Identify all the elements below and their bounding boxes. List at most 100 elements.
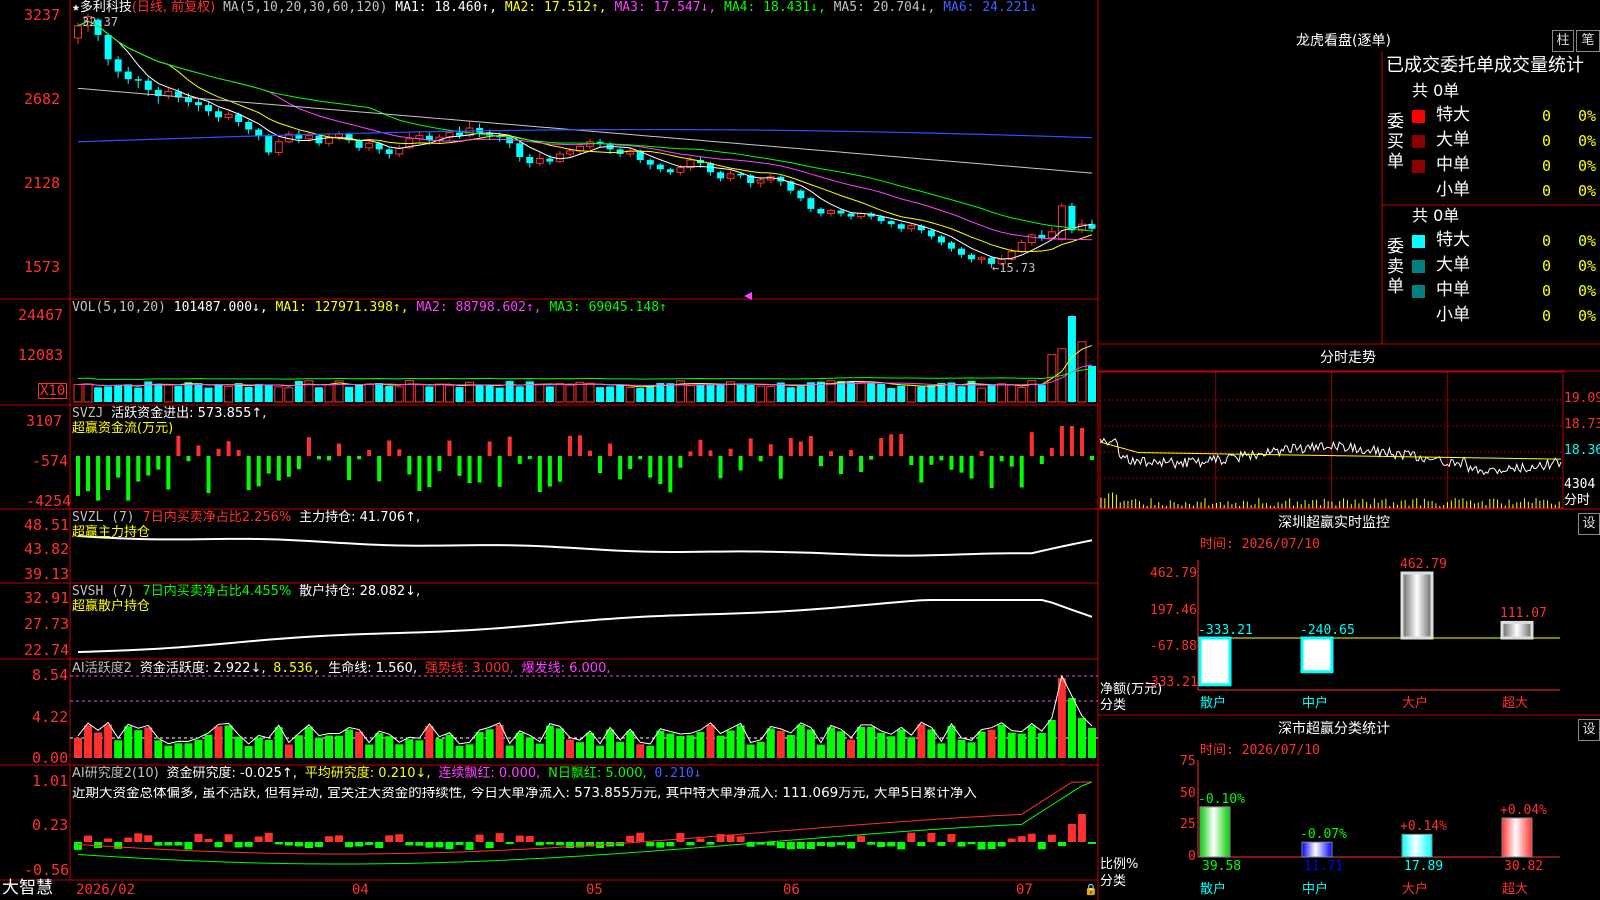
research-bar (666, 842, 675, 847)
research-bar (425, 842, 434, 848)
volume-bar (585, 382, 595, 403)
tick-mode-button[interactable]: 笔 (1576, 30, 1600, 52)
vol-ma3: MA3: 69045.148↑ (549, 300, 667, 315)
research-bar (495, 833, 504, 842)
sz-class-settings-button[interactable]: 设 (1578, 719, 1600, 741)
activity-bar (1077, 718, 1086, 758)
volume-bar (685, 385, 695, 403)
flow-bar (577, 435, 582, 456)
research-bar (997, 842, 1006, 847)
period-mode[interactable]: (日线, 前复权) (132, 0, 215, 15)
sz-class-tick-1: 75 (1180, 754, 1196, 769)
flow-bar (347, 456, 352, 481)
research-bar (887, 842, 896, 847)
research-bar (194, 833, 203, 842)
flow-bar (517, 456, 522, 464)
activity-bar (365, 744, 374, 758)
research-bar (154, 842, 163, 846)
volume-bar (606, 386, 615, 402)
sz-class-time: 时间: 2026/07/10 (1200, 743, 1320, 758)
activity-bar (144, 727, 153, 758)
candle-body (726, 173, 735, 179)
class-bar-value-2: 17.89 (1404, 859, 1444, 874)
research-bar (636, 832, 645, 842)
sz-class-xlabel: 分类 (1100, 874, 1127, 889)
class-category-0: 散户 (1200, 882, 1227, 897)
ma5-line (77, 20, 1093, 260)
candle-body (526, 157, 534, 164)
buy-row-label-1: 大单 (1436, 130, 1470, 150)
flow-bar (788, 437, 793, 456)
vol-value: 101487.000↓, (173, 300, 268, 315)
monitor-bar-3 (1500, 620, 1534, 640)
ma60-line (77, 87, 1093, 174)
volume-bar (947, 382, 956, 402)
date-label-1: 2026/02 (76, 882, 136, 898)
ma6-value: MA6: 24.221↓ (943, 0, 1038, 15)
ai2-tick-1: 1.01 (32, 772, 69, 790)
activity-bar (897, 729, 906, 758)
flow-bar (76, 456, 80, 496)
research-bar (435, 842, 444, 848)
intraday-chart (1099, 372, 1563, 508)
volume-bar (73, 383, 83, 403)
candle-body (1038, 234, 1046, 238)
volume-bar (124, 384, 133, 402)
volume-bar (897, 385, 906, 402)
research-bar (395, 834, 404, 842)
flow-bar (106, 456, 111, 491)
bar-mode-button[interactable]: 柱 (1552, 30, 1574, 52)
flow-bar (497, 456, 502, 487)
svsh-tick-2: 27.73 (24, 615, 70, 633)
vol-tick-2: 12083 (18, 346, 64, 364)
volume-bar (867, 383, 876, 402)
activity-bar (736, 725, 745, 758)
activity-bar (967, 742, 976, 758)
sell-row-pct-2: 0% (1578, 282, 1597, 300)
volume-bar (224, 385, 234, 403)
volume-bar (455, 387, 464, 402)
research-bar (74, 842, 82, 850)
candle-body (957, 248, 965, 255)
activity-bar (646, 745, 655, 758)
candle-body (1027, 234, 1036, 244)
sell-row-value-3: 0 (1542, 307, 1552, 325)
activity-bar (254, 737, 263, 758)
svzj-subtitle: 超赢资金流(万元) (72, 421, 174, 436)
volume-bar (425, 386, 434, 402)
star-icon[interactable]: ★ (72, 0, 80, 15)
activity-bar (1007, 732, 1016, 758)
svsh-title: SVSH (7) (72, 584, 135, 599)
ai1-tick-3: 0.00 (32, 749, 69, 767)
monitor-bar-value-3: 111.07 (1500, 606, 1547, 622)
intraday-vol-label: 4304 (1564, 477, 1596, 492)
buy-row-label-3: 小单 (1436, 180, 1470, 200)
lock-icon[interactable]: 🔒 (1084, 884, 1098, 895)
activity-bar (274, 727, 283, 758)
volume-bar (83, 383, 93, 403)
volume-bar (535, 384, 545, 403)
activity-bar (1027, 725, 1036, 758)
brand-logo[interactable]: 大智慧 (2, 880, 53, 897)
activity-bar (766, 728, 775, 758)
flow-bar (959, 456, 964, 473)
vol-tick-1: 24467 (18, 306, 64, 324)
flow-bar (608, 443, 613, 456)
ai2-avg: 平均研究度: 0.210↓, (304, 766, 431, 781)
activity-bar (947, 725, 956, 758)
buy-total: 共 0单 (1412, 81, 1460, 100)
flow-bar (999, 456, 1004, 462)
activity-bar (877, 732, 886, 758)
flow-bar (1049, 448, 1054, 456)
vol-unit-badge[interactable]: X10 (38, 383, 68, 399)
activity-bar (676, 735, 685, 758)
activity-bar (174, 743, 183, 758)
ai2-ndays: N日飘红: 5.000, (548, 766, 647, 781)
volume-bar (264, 384, 273, 402)
sz-monitor-settings-button[interactable]: 设 (1578, 513, 1600, 535)
stock-name[interactable]: 多利科技 (80, 0, 132, 15)
activity-bar (355, 731, 364, 758)
volume-bar (847, 381, 856, 402)
flow-bar (276, 456, 281, 481)
candle-body (535, 158, 544, 164)
